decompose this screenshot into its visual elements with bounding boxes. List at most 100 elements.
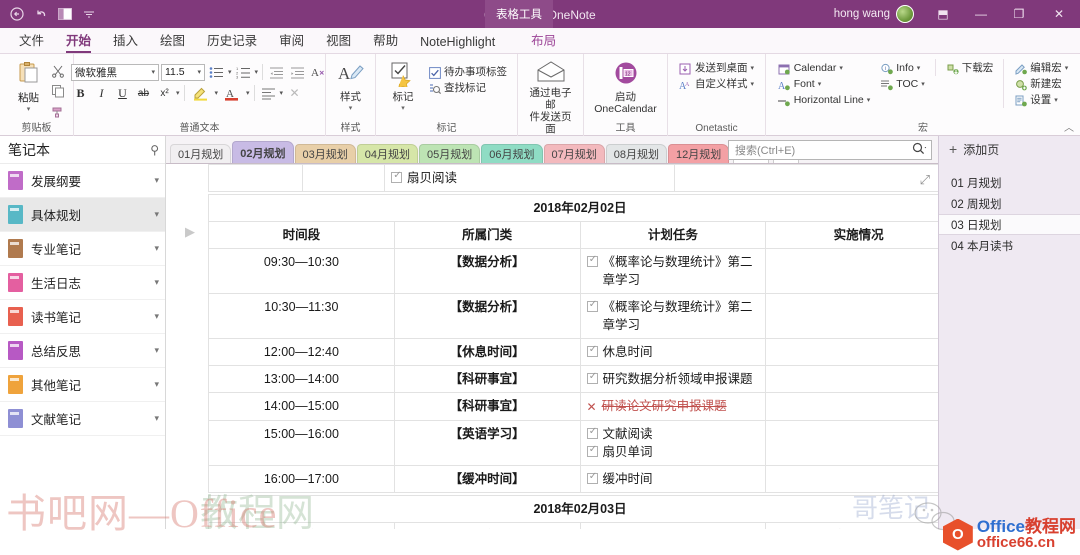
notebook-item-zhuanyebiji[interactable]: 专业笔记 ▾: [0, 232, 165, 266]
chevron-down-icon[interactable]: ▾: [154, 209, 159, 220]
chevron-down-icon[interactable]: ▾: [818, 78, 822, 91]
notebook-item-jutiguihua[interactable]: 具体规划 ▾: [0, 198, 165, 232]
section-tab-12[interactable]: 12月规划: [668, 144, 730, 163]
task-checkbox[interactable]: [586, 343, 599, 357]
cell-implementation[interactable]: [765, 365, 938, 393]
avatar[interactable]: [896, 5, 914, 23]
cell-task[interactable]: 研究数据分析领域申报课题: [579, 365, 767, 393]
send-to-desktop-button[interactable]: 发送到桌面 ▾: [675, 61, 758, 76]
notebook-item-wenxianbiji[interactable]: 文献笔记 ▾: [0, 402, 165, 436]
cell-task[interactable]: 扇贝阅读: [384, 164, 675, 192]
cell-task[interactable]: 《概率论与数理统计》第二章学习: [579, 248, 767, 294]
search-icon[interactable]: [912, 142, 927, 158]
cell-implementation[interactable]: [765, 465, 938, 493]
scissors-icon[interactable]: [51, 64, 65, 81]
chevron-down-icon[interactable]: ▾: [154, 175, 159, 186]
page-canvas[interactable]: ▶ ⤢ 扇贝阅读: [166, 164, 938, 529]
table-row[interactable]: 10:30—11:30 【数据分析】 《概率论与数理统计》第二章学习: [208, 293, 938, 339]
numbering-caret-icon[interactable]: ▾: [255, 68, 259, 76]
customize-qat-icon[interactable]: [78, 3, 100, 25]
chevron-down-icon[interactable]: ▾: [921, 78, 925, 91]
ribbon-tab-home[interactable]: 开始: [55, 27, 102, 53]
dock-icon[interactable]: [54, 3, 76, 25]
section-tab-08[interactable]: 08月规划: [605, 144, 667, 163]
table-row[interactable]: 14:00—15:00 【科研事宜】 ✕ 研读论文研究申报课题: [208, 392, 938, 421]
section-tab-04[interactable]: 04月规划: [356, 144, 418, 163]
cell-time[interactable]: 09:30—10:30: [208, 248, 395, 294]
font-name-input[interactable]: 微软雅黑 ▾: [70, 63, 159, 81]
download-macro-button[interactable]: 下载宏: [942, 61, 998, 76]
bullets-button[interactable]: [207, 63, 226, 81]
chevron-down-icon[interactable]: ▾: [839, 62, 843, 75]
cell-time[interactable]: 13:00—14:00: [208, 365, 395, 393]
task-checkbox[interactable]: [586, 425, 599, 439]
notebook-item-qitabiji[interactable]: 其他笔记 ▾: [0, 368, 165, 402]
macro-toc-button[interactable]: TOC ▾: [876, 77, 929, 92]
cell-category[interactable]: 【休息时间】: [393, 338, 581, 366]
cell-implementation[interactable]: [765, 420, 938, 466]
increase-indent-button[interactable]: [288, 63, 307, 81]
notebook-item-dushubiji[interactable]: 读书笔记 ▾: [0, 300, 165, 334]
cell-implementation[interactable]: [765, 338, 938, 366]
chevron-down-icon[interactable]: ▾: [154, 379, 159, 390]
font-color-caret-icon[interactable]: ▾: [246, 89, 250, 97]
superscript-caret-icon[interactable]: ▾: [176, 89, 180, 97]
page-item-01[interactable]: 01 月规划: [939, 172, 1080, 193]
table-row[interactable]: 16:00—17:00 【缓冲时间】 缓冲时间: [208, 465, 938, 493]
back-icon[interactable]: [6, 3, 28, 25]
section-tab-06[interactable]: 06月规划: [481, 144, 543, 163]
task-checkbox[interactable]: [586, 253, 599, 267]
ribbon-tab-review[interactable]: 审阅: [268, 27, 315, 53]
chevron-down-icon[interactable]: ▾: [917, 62, 921, 75]
font-color-button[interactable]: A: [220, 84, 244, 102]
chevron-down-icon[interactable]: ▾: [750, 62, 754, 75]
cell-task[interactable]: 文献阅读 扇贝单词: [579, 420, 767, 466]
cell-category[interactable]: 【科研事宜】: [393, 365, 581, 393]
page-item-02[interactable]: 02 周规划: [939, 193, 1080, 214]
ribbon-tab-view[interactable]: 视图: [315, 27, 362, 53]
format-painter-icon[interactable]: [51, 104, 65, 121]
chevron-down-icon[interactable]: ▾: [154, 413, 159, 424]
table-row[interactable]: 15:00—16:00 【英语学习】 文献阅读 扇贝单词: [208, 420, 938, 466]
page-item-03[interactable]: 03 日规划: [939, 214, 1080, 235]
user-name[interactable]: hong wang: [834, 8, 890, 20]
cell-category[interactable]: [302, 164, 385, 192]
search-box[interactable]: 搜索(Ctrl+E): [728, 140, 932, 160]
notebook-item-shenghuorizhi[interactable]: 生活日志 ▾: [0, 266, 165, 300]
todo-tag-button[interactable]: 待办事项标签: [424, 65, 511, 80]
chevron-up-icon[interactable]: ︿: [1064, 119, 1074, 134]
pin-icon[interactable]: ⚲: [150, 143, 159, 157]
chevron-down-icon[interactable]: ▾: [1065, 62, 1069, 75]
notebook-item-zongjiefansi[interactable]: 总结反思 ▾: [0, 334, 165, 368]
chevron-down-icon[interactable]: ▾: [867, 94, 871, 107]
section-tab-03[interactable]: 03月规划: [294, 144, 356, 163]
cell-task[interactable]: ✕ 研读论文研究申报课题: [579, 392, 767, 421]
restore-button[interactable]: ❐: [1000, 0, 1038, 28]
macro-info-button[interactable]: i Info ▾: [876, 61, 929, 76]
cell-implementation[interactable]: [765, 392, 938, 421]
new-macro-button[interactable]: 新建宏: [1010, 77, 1072, 92]
chevron-down-icon[interactable]: ▾: [154, 243, 159, 254]
styles-button[interactable]: A 样式 ▾: [331, 59, 371, 117]
paste-button[interactable]: 粘贴 ▾: [9, 61, 49, 121]
ribbon-display-options-button[interactable]: ⬒: [924, 0, 962, 28]
macro-calendar-button[interactable]: Calendar ▾: [774, 61, 875, 76]
chevron-down-icon[interactable]: ▾: [1054, 94, 1058, 107]
underline-button[interactable]: U: [113, 84, 132, 102]
table-row[interactable]: 扇贝阅读: [208, 164, 938, 192]
highlight-button[interactable]: [189, 84, 213, 102]
cell-time[interactable]: 14:00—15:00: [208, 392, 395, 421]
table-row[interactable]: 13:00—14:00 【科研事宜】 研究数据分析领域申报课题: [208, 365, 938, 393]
cell-time[interactable]: [208, 164, 303, 192]
chevron-down-icon[interactable]: ▾: [154, 311, 159, 322]
copy-icon[interactable]: [51, 84, 65, 101]
align-caret-icon[interactable]: ▾: [280, 89, 284, 97]
find-tags-button[interactable]: 查找标记: [424, 81, 511, 96]
expand-icon[interactable]: ⤢: [920, 172, 930, 188]
strikethrough-button[interactable]: ab: [134, 84, 153, 102]
chevron-down-icon[interactable]: ▾: [154, 345, 159, 356]
email-page-button[interactable]: 通过电子邮 件发送页面: [522, 59, 579, 137]
cell-time[interactable]: 15:00—16:00: [208, 420, 395, 466]
task-checkbox[interactable]: [391, 169, 403, 183]
chevron-down-icon[interactable]: ▾: [151, 68, 155, 76]
